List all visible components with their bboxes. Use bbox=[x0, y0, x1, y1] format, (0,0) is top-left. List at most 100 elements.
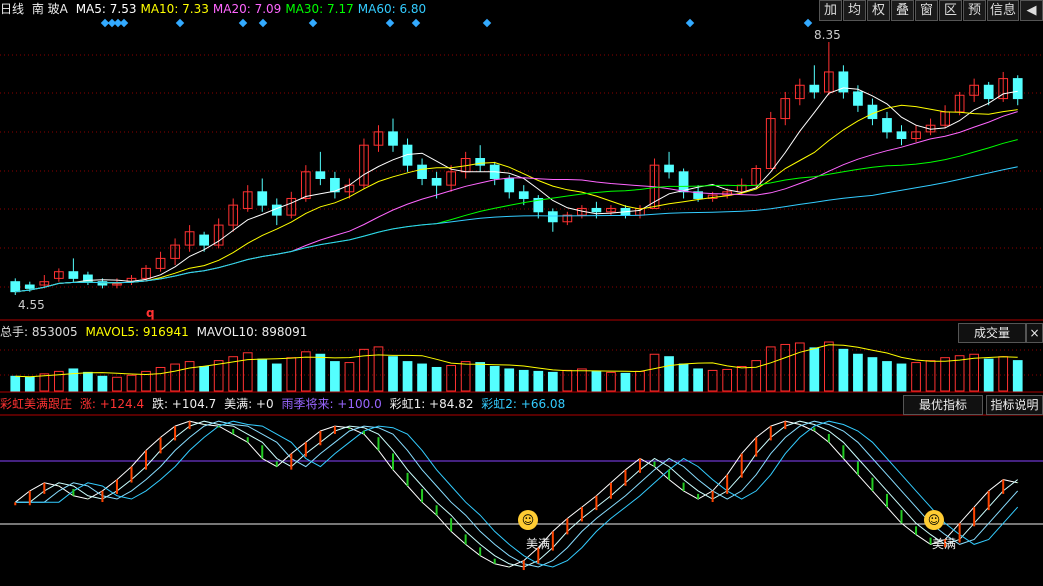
toolbar-button-2[interactable]: 权 bbox=[867, 0, 890, 21]
ma-label-2: MA20: 7.09 bbox=[212, 2, 282, 16]
volume-bar bbox=[286, 357, 297, 392]
candle bbox=[547, 211, 558, 223]
volume-bar bbox=[68, 368, 79, 392]
volume-bar bbox=[388, 356, 398, 392]
volume-bar bbox=[112, 376, 122, 392]
volume-bar bbox=[693, 368, 703, 392]
volume-bar bbox=[402, 361, 413, 392]
candle bbox=[809, 84, 820, 93]
volume-bar bbox=[940, 357, 950, 392]
rainbow-line-3 bbox=[15, 420, 1019, 568]
rainbow-line-0 bbox=[14, 420, 1018, 568]
signal-diamond bbox=[803, 18, 813, 28]
volume-bar bbox=[199, 366, 209, 392]
toolbar-button-0[interactable]: 加 bbox=[819, 0, 842, 21]
volume-bar bbox=[722, 368, 733, 392]
candle bbox=[518, 191, 529, 199]
volume-bar bbox=[170, 363, 180, 392]
toolbar-button-1[interactable]: 均 bbox=[843, 0, 866, 21]
ma-label-3: MA30: 7.17 bbox=[285, 2, 354, 16]
signal-diamond bbox=[308, 18, 318, 28]
volume-bar bbox=[809, 347, 820, 392]
volume-button[interactable]: 成交量 bbox=[958, 323, 1026, 343]
volume-bar bbox=[126, 374, 137, 392]
indicator-name[interactable]: 彩虹美满跟庄 bbox=[0, 397, 72, 411]
volume-bar bbox=[489, 366, 500, 392]
signal-diamond bbox=[119, 18, 129, 28]
volume-bar bbox=[577, 368, 587, 392]
candle bbox=[431, 177, 442, 186]
toolbar-button-3[interactable]: 叠 bbox=[891, 0, 914, 21]
signal-diamond bbox=[238, 18, 248, 28]
volume-bar bbox=[969, 353, 980, 392]
meiman-value: 美满: +0 bbox=[224, 397, 274, 411]
toolbar-button-7[interactable]: 信息 bbox=[987, 0, 1019, 21]
volume-bar bbox=[533, 370, 544, 392]
volume-bar bbox=[896, 363, 907, 392]
indicator-help-button[interactable]: 指标说明 bbox=[986, 395, 1043, 415]
ma-label-4: MA60: 6.80 bbox=[357, 2, 427, 16]
caihong1-value: 彩虹1: +84.82 bbox=[389, 397, 474, 411]
toolbar-button-8[interactable]: ◀ bbox=[1020, 0, 1043, 21]
close-icon[interactable]: × bbox=[1026, 323, 1043, 343]
yuji-value: 雨季将来: +100.0 bbox=[281, 397, 382, 411]
signal-diamond bbox=[482, 18, 492, 28]
low-price-label: 4.55 bbox=[18, 298, 45, 312]
volume-bar bbox=[649, 353, 660, 392]
candle bbox=[867, 104, 878, 120]
volume-bar bbox=[460, 361, 471, 392]
candle bbox=[983, 84, 994, 100]
volume-bar bbox=[824, 341, 834, 392]
volume-bar bbox=[547, 371, 558, 392]
volume-bar bbox=[591, 370, 602, 392]
volume-bar bbox=[620, 372, 631, 392]
mavol5: MAVOL5: 916941 bbox=[85, 325, 189, 339]
volume-bar bbox=[998, 356, 1009, 392]
candle bbox=[315, 171, 326, 179]
volume-bar bbox=[853, 353, 863, 392]
volume-bar bbox=[736, 366, 747, 392]
volume-bar bbox=[882, 361, 892, 392]
volume-bar bbox=[780, 343, 791, 392]
stock-chart[interactable] bbox=[0, 0, 1043, 586]
volume-bar bbox=[606, 371, 616, 392]
candle bbox=[1012, 78, 1023, 100]
best-indicator-button[interactable]: 最优指标 bbox=[903, 395, 983, 415]
total-volume: 总手: 853005 bbox=[0, 325, 78, 339]
ma-label-1: MA10: 7.33 bbox=[140, 2, 209, 16]
volume-bar bbox=[184, 361, 195, 392]
candle bbox=[388, 131, 398, 146]
candle bbox=[10, 281, 21, 293]
volume-bar bbox=[431, 366, 442, 392]
annotation-meiman-2: 美满 bbox=[932, 537, 957, 551]
volume-bar bbox=[475, 362, 486, 392]
signal-diamond bbox=[258, 18, 268, 28]
toolbar-button-4[interactable]: 窗 bbox=[915, 0, 938, 21]
candle bbox=[417, 164, 427, 179]
volume-bar bbox=[635, 370, 645, 392]
rainbow-line-1 bbox=[15, 420, 1019, 568]
ma-line-10 bbox=[15, 104, 1018, 293]
candle bbox=[24, 284, 35, 289]
volume-bar bbox=[765, 346, 776, 392]
volume-bar bbox=[10, 375, 21, 392]
volume-bar bbox=[24, 376, 35, 392]
candle bbox=[257, 191, 268, 206]
candle bbox=[853, 91, 863, 106]
volume-header: 总手: 853005 MAVOL5: 916941 MAVOL10: 89809… bbox=[0, 323, 311, 341]
volume-bar bbox=[242, 352, 253, 392]
volume-bar bbox=[751, 360, 762, 392]
volume-bar bbox=[911, 362, 921, 392]
toolbar-button-6[interactable]: 预 bbox=[963, 0, 986, 21]
toolbar-button-5[interactable]: 区 bbox=[939, 0, 962, 21]
volume-bar bbox=[838, 348, 849, 392]
period-label[interactable]: 日线 bbox=[0, 2, 24, 16]
volume-bar bbox=[330, 361, 340, 392]
volume-bar bbox=[83, 371, 93, 392]
volume-bar bbox=[983, 358, 994, 392]
ma-line-60 bbox=[15, 166, 1018, 293]
signal-diamond bbox=[411, 18, 421, 28]
ma-line-20 bbox=[15, 111, 1018, 293]
candle bbox=[591, 207, 602, 213]
candle bbox=[896, 131, 907, 140]
